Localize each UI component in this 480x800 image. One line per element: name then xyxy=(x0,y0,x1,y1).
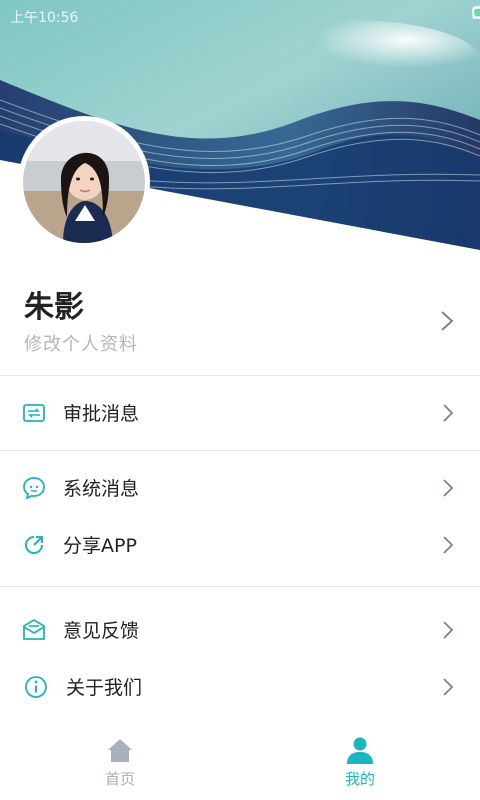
menu-item-about[interactable]: 关于我们 xyxy=(0,659,480,715)
menu-label-about: 关于我们 xyxy=(66,677,143,699)
menu-item-system[interactable]: 系统消息 xyxy=(0,460,480,516)
status-time: 上午10:56 xyxy=(10,10,79,26)
divider xyxy=(0,450,480,451)
menu-label-feedback: 意见反馈 xyxy=(63,620,140,642)
tab-home[interactable]: 首页 xyxy=(60,730,180,800)
chevron-right-icon xyxy=(443,678,454,696)
menu-item-feedback[interactable]: 意见反馈 xyxy=(0,602,480,658)
mail-icon xyxy=(23,618,45,640)
menu-label-system: 系统消息 xyxy=(63,478,140,500)
menu-item-share[interactable]: 分享APP xyxy=(0,517,480,573)
battery-icon xyxy=(472,6,480,19)
bottom-tab-bar: 首页 我的 xyxy=(0,730,480,800)
info-icon xyxy=(25,676,47,698)
avatar-image xyxy=(23,121,145,243)
tab-home-label: 首页 xyxy=(104,770,135,788)
divider xyxy=(0,375,480,376)
divider xyxy=(0,586,480,587)
profile-name: 朱影 xyxy=(24,290,84,325)
home-icon xyxy=(108,739,132,762)
profile-section[interactable]: 朱影 修改个人资料 xyxy=(0,268,480,376)
share-icon xyxy=(25,536,43,554)
status-bar: 上午10:56 xyxy=(0,0,480,30)
tab-mine-label: 我的 xyxy=(344,770,375,788)
chevron-right-icon xyxy=(443,404,454,422)
chevron-right-icon xyxy=(443,621,454,639)
approval-icon xyxy=(23,404,45,422)
avatar[interactable] xyxy=(18,116,150,248)
avatar-photo xyxy=(23,121,145,243)
user-icon xyxy=(347,737,373,764)
tab-mine[interactable]: 我的 xyxy=(300,730,420,800)
edit-profile-link[interactable]: 修改个人资料 xyxy=(24,330,138,356)
menu-label-share: 分享APP xyxy=(63,535,137,557)
menu-label-approval: 审批消息 xyxy=(63,403,140,425)
chevron-right-icon xyxy=(443,479,454,497)
chevron-right-icon xyxy=(441,311,454,331)
chat-bubble-icon xyxy=(23,477,45,500)
menu-item-approval[interactable]: 审批消息 xyxy=(0,385,480,441)
chevron-right-icon xyxy=(443,536,454,554)
